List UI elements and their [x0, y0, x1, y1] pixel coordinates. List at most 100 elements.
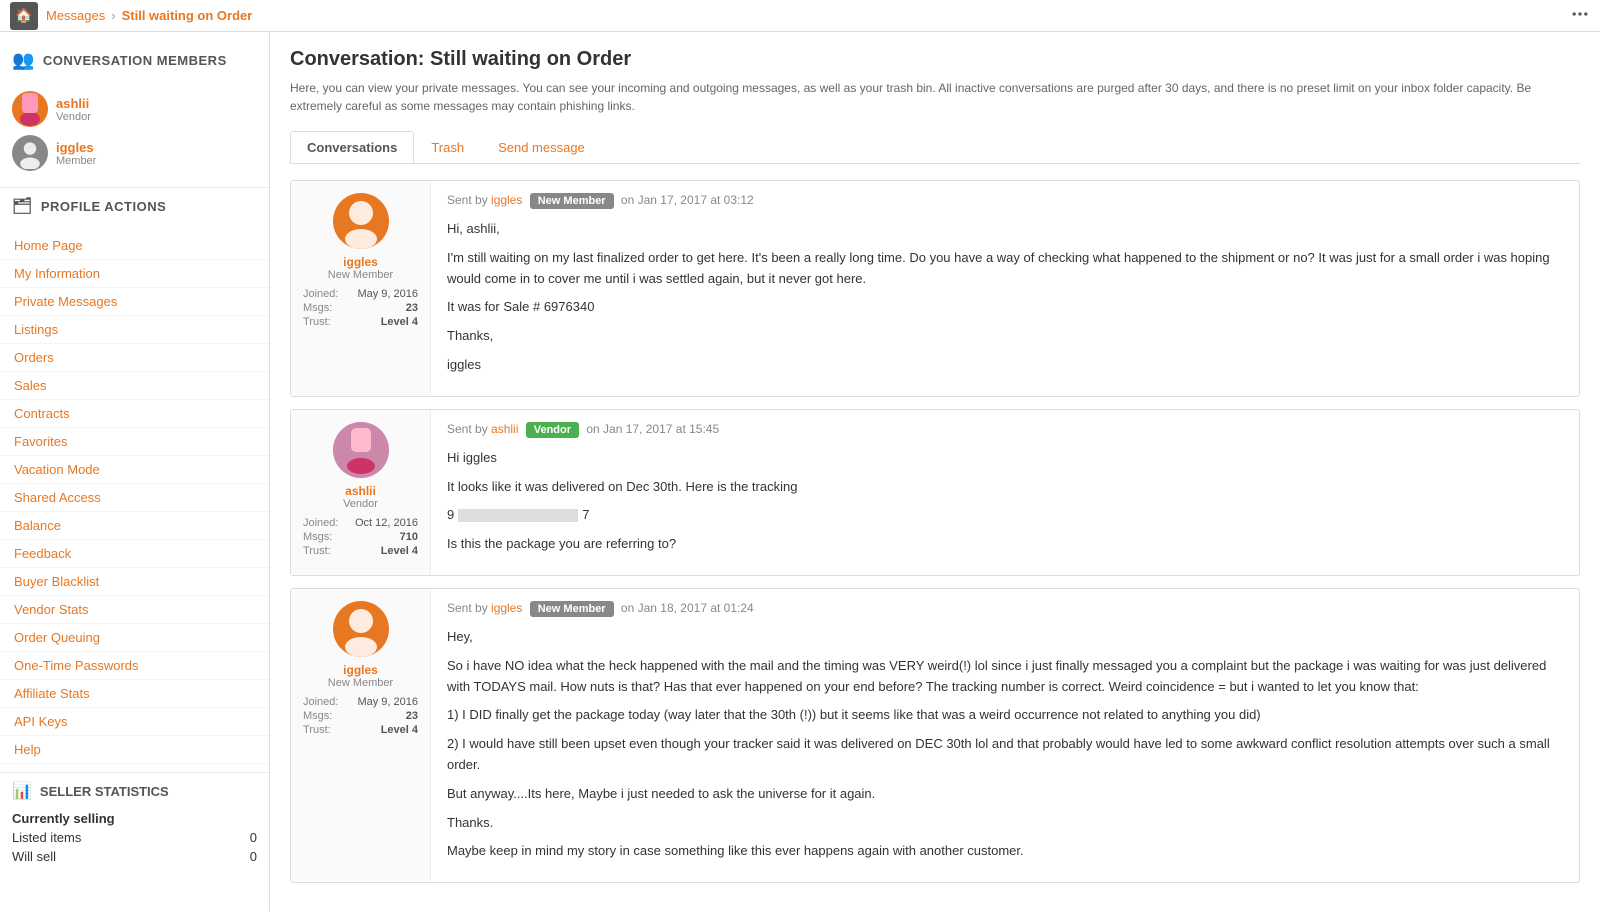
message-3-sidebar: iggles New Member Joined: May 9, 2016 Ms…: [291, 589, 431, 882]
sidebar-item-vacation-mode[interactable]: Vacation Mode: [0, 456, 269, 484]
ashlii-name[interactable]: ashlii: [56, 96, 91, 111]
breadcrumb-separator: ›: [111, 8, 115, 23]
msg2-date: Jan 17, 2017 at 15:45: [603, 422, 719, 436]
message-2-sender-link[interactable]: ashlii: [491, 422, 518, 436]
sidebar-item-otp[interactable]: One-Time Passwords: [0, 652, 269, 680]
message-1-avatar: [333, 193, 389, 249]
breadcrumb-messages[interactable]: Messages: [46, 8, 105, 23]
sidebar-item-contracts[interactable]: Contracts: [0, 400, 269, 428]
breadcrumb-current: Still waiting on Order: [122, 8, 253, 23]
profile-actions-label: PROFILE ACTIONS: [41, 199, 166, 214]
message-3-badge: New Member: [530, 601, 614, 617]
sidebar-item-affiliate-stats[interactable]: Affiliate Stats: [0, 680, 269, 708]
msg1-msgs: 23: [406, 302, 418, 314]
iggles-role: Member: [56, 155, 96, 167]
ashlii-role: Vendor: [56, 111, 91, 123]
message-2-sidebar: ashlii Vendor Joined: Oct 12, 2016 Msgs:…: [291, 410, 431, 575]
breadcrumb: Messages › Still waiting on Order: [46, 8, 252, 23]
stats-value-listed: 0: [250, 830, 257, 845]
msg2-trust: Level 4: [381, 545, 418, 557]
iggles-name[interactable]: iggles: [56, 140, 96, 155]
message-tabs: Conversations Trash Send message: [290, 131, 1580, 164]
message-card-1: iggles New Member Joined: May 9, 2016 Ms…: [290, 180, 1580, 397]
conversation-members-header: 👥 CONVERSATION MEMBERS: [0, 42, 269, 79]
sidebar-item-help[interactable]: Help: [0, 736, 269, 764]
message-1-body: Sent by iggles New Member on Jan 17, 201…: [431, 181, 1579, 396]
main-layout: 👥 CONVERSATION MEMBERS ashlii Vendor: [0, 32, 1600, 911]
message-1-text: Hi, ashlii, I'm still waiting on my last…: [447, 219, 1563, 376]
message-2-header: Sent by ashlii Vendor on Jan 17, 2017 at…: [447, 422, 1563, 438]
tab-conversations[interactable]: Conversations: [290, 131, 414, 163]
tab-send-message[interactable]: Send message: [481, 131, 602, 163]
sidebar-item-homepage[interactable]: Home Page: [0, 232, 269, 260]
member-iggles: iggles Member: [12, 131, 257, 175]
seller-stats-label: SELLER STATISTICS: [40, 784, 169, 799]
sidebar-item-api-keys[interactable]: API Keys: [0, 708, 269, 736]
message-3-username[interactable]: iggles: [303, 663, 418, 677]
message-1-sender-link[interactable]: iggles: [491, 193, 522, 207]
message-1-role: New Member: [303, 269, 418, 281]
msg3-trust: Level 4: [381, 724, 418, 736]
stats-listed-items: Listed items 0: [12, 828, 257, 847]
message-3-sender-link[interactable]: iggles: [491, 601, 522, 615]
manage-icon[interactable]: [1570, 4, 1590, 27]
message-1-header: Sent by iggles New Member on Jan 17, 201…: [447, 193, 1563, 209]
conversation-members-label: CONVERSATION MEMBERS: [43, 53, 227, 68]
msg3-joined: May 9, 2016: [357, 696, 418, 708]
member-ashlii: ashlii Vendor: [12, 87, 257, 131]
message-3-meta: Joined: May 9, 2016 Msgs: 23 Trust: Leve…: [303, 695, 418, 737]
message-2-role: Vendor: [303, 498, 418, 510]
sidebar-item-orders[interactable]: Orders: [0, 344, 269, 372]
message-2-meta: Joined: Oct 12, 2016 Msgs: 710 Trust: Le…: [303, 516, 418, 558]
message-1-meta: Joined: May 9, 2016 Msgs: 23 Trust: Leve…: [303, 287, 418, 329]
seller-statistics: 📊 SELLER STATISTICS Currently selling Li…: [0, 773, 269, 874]
stats-label-currently-selling: Currently selling: [12, 811, 115, 826]
sidebar-item-order-queuing[interactable]: Order Queuing: [0, 624, 269, 652]
msg1-joined: May 9, 2016: [357, 288, 418, 300]
seller-stats-header: 📊 SELLER STATISTICS: [12, 781, 257, 801]
message-3-header: Sent by iggles New Member on Jan 18, 201…: [447, 601, 1563, 617]
sidebar-item-vendor-stats[interactable]: Vendor Stats: [0, 596, 269, 624]
iggles-avatar: [12, 135, 48, 171]
msg2-msgs: 710: [400, 531, 418, 543]
sidebar-item-buyer-blacklist[interactable]: Buyer Blacklist: [0, 568, 269, 596]
message-2-body: Sent by ashlii Vendor on Jan 17, 2017 at…: [431, 410, 1579, 575]
conversation-members: ashlii Vendor iggles Member: [0, 79, 269, 188]
ashlii-info: ashlii Vendor: [56, 96, 91, 123]
message-card-3: iggles New Member Joined: May 9, 2016 Ms…: [290, 588, 1580, 883]
sidebar-item-private-messages[interactable]: Private Messages: [0, 288, 269, 316]
ashlii-avatar: [12, 91, 48, 127]
message-3-text: Hey, So i have NO idea what the heck hap…: [447, 627, 1563, 862]
sidebar-item-my-information[interactable]: My Information: [0, 260, 269, 288]
msg3-msgs: 23: [406, 710, 418, 722]
profile-actions-list: Home Page My Information Private Message…: [0, 224, 269, 773]
message-2-text: Hi iggles It looks like it was delivered…: [447, 448, 1563, 555]
message-1-username[interactable]: iggles: [303, 255, 418, 269]
sidebar: 👥 CONVERSATION MEMBERS ashlii Vendor: [0, 32, 270, 911]
sidebar-item-shared-access[interactable]: Shared Access: [0, 484, 269, 512]
msg3-date: Jan 18, 2017 at 01:24: [638, 601, 754, 615]
top-nav: 🏠 Messages › Still waiting on Order: [0, 0, 1600, 32]
stats-label-listed: Listed items: [12, 830, 81, 845]
message-2-avatar: [333, 422, 389, 478]
sidebar-item-feedback[interactable]: Feedback: [0, 540, 269, 568]
sidebar-item-balance[interactable]: Balance: [0, 512, 269, 540]
message-2-username[interactable]: ashlii: [303, 484, 418, 498]
iggles-info: iggles Member: [56, 140, 96, 167]
message-3-role: New Member: [303, 677, 418, 689]
sidebar-item-favorites[interactable]: Favorites: [0, 428, 269, 456]
msg1-trust: Level 4: [381, 316, 418, 328]
home-icon[interactable]: 🏠: [10, 2, 38, 30]
msg2-joined: Oct 12, 2016: [355, 517, 418, 529]
sidebar-item-sales[interactable]: Sales: [0, 372, 269, 400]
stats-will-sell: Will sell 0: [12, 847, 257, 866]
message-3-body: Sent by iggles New Member on Jan 18, 201…: [431, 589, 1579, 882]
page-description: Here, you can view your private messages…: [290, 79, 1580, 115]
stats-currently-selling: Currently selling: [12, 809, 257, 828]
message-1-sidebar: iggles New Member Joined: May 9, 2016 Ms…: [291, 181, 431, 396]
page-title: Conversation: Still waiting on Order: [290, 48, 1580, 71]
message-2-badge: Vendor: [526, 422, 579, 438]
message-card-2: ashlii Vendor Joined: Oct 12, 2016 Msgs:…: [290, 409, 1580, 576]
sidebar-item-listings[interactable]: Listings: [0, 316, 269, 344]
tab-trash[interactable]: Trash: [414, 131, 481, 163]
